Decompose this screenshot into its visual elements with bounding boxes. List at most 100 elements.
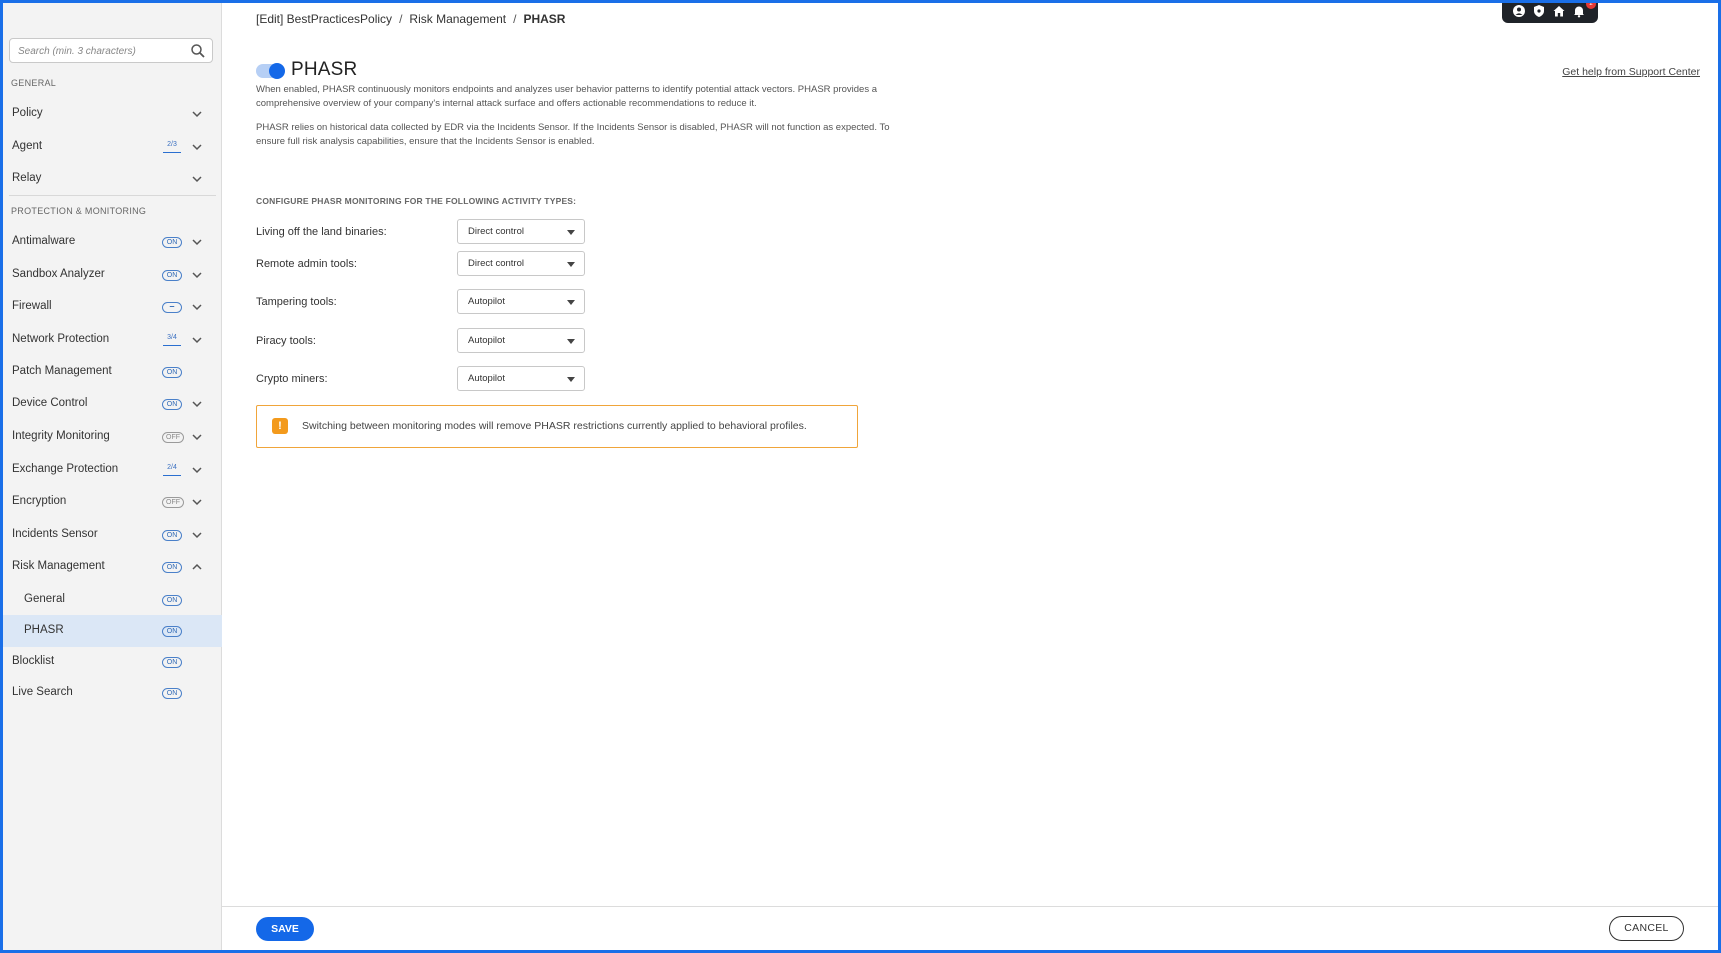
select-value: Autopilot bbox=[468, 296, 505, 307]
sidebar-item-phasr[interactable]: PHASR ON bbox=[3, 615, 222, 647]
app-window: GENERAL Policy Agent 2/3 Relay PROTECTIO… bbox=[3, 3, 1718, 950]
sidebar-item-integrity-monitoring[interactable]: Integrity Monitoring OFF bbox=[3, 421, 222, 453]
caret-down-icon bbox=[567, 377, 575, 382]
footer-bar: SAVE CANCEL bbox=[222, 906, 1718, 950]
sidebar-item-label: Blocklist bbox=[12, 655, 55, 667]
user-icon[interactable] bbox=[1512, 4, 1526, 18]
search-box[interactable] bbox=[9, 38, 213, 63]
select-piracy-tools[interactable]: Autopilot bbox=[457, 328, 585, 353]
chevron-down-icon[interactable] bbox=[191, 108, 203, 120]
toggle-knob bbox=[269, 63, 285, 79]
config-section-title: CONFIGURE PHASR MONITORING FOR THE FOLLO… bbox=[256, 196, 577, 206]
breadcrumb-policy[interactable]: [Edit] BestPracticesPolicy bbox=[256, 12, 392, 26]
sidebar-item-label: General bbox=[24, 593, 65, 605]
sidebar-item-patch-management[interactable]: Patch Management ON bbox=[3, 356, 222, 388]
sidebar-item-sandbox-analyzer[interactable]: Sandbox Analyzer ON bbox=[3, 259, 222, 291]
sidebar-item-firewall[interactable]: Firewall – bbox=[3, 291, 222, 323]
section-title-protection: PROTECTION & MONITORING bbox=[11, 206, 147, 216]
description-paragraph-1: When enabled, PHASR continuously monitor… bbox=[256, 84, 878, 109]
sidebar-item-policy[interactable]: Policy bbox=[3, 98, 222, 130]
sidebar-item-encryption[interactable]: Encryption OFF bbox=[3, 486, 222, 518]
status-badge: ON bbox=[162, 562, 182, 573]
row-label-tampering-tools: Tampering tools: bbox=[256, 296, 337, 308]
status-badge: ON bbox=[162, 595, 182, 606]
chevron-up-icon[interactable] bbox=[191, 561, 203, 573]
shield-icon[interactable] bbox=[1532, 4, 1546, 18]
sidebar: GENERAL Policy Agent 2/3 Relay PROTECTIO… bbox=[3, 3, 222, 950]
sidebar-item-label: Encryption bbox=[12, 495, 67, 507]
support-center-link[interactable]: Get help from Support Center bbox=[1562, 66, 1700, 78]
bell-icon[interactable] bbox=[1572, 4, 1586, 18]
chevron-down-icon[interactable] bbox=[191, 431, 203, 443]
sidebar-item-label: Exchange Protection bbox=[12, 463, 119, 475]
home-icon[interactable] bbox=[1552, 4, 1566, 18]
divider bbox=[9, 195, 216, 196]
sidebar-item-device-control[interactable]: Device Control ON bbox=[3, 388, 222, 420]
chevron-down-icon[interactable] bbox=[191, 464, 203, 476]
status-badge: ON bbox=[162, 237, 182, 248]
sidebar-item-label: Risk Management bbox=[12, 560, 105, 572]
chevron-down-icon[interactable] bbox=[191, 301, 203, 313]
select-value: Autopilot bbox=[468, 373, 505, 384]
select-tampering-tools[interactable]: Autopilot bbox=[457, 289, 585, 314]
select-remote-admin-tools[interactable]: Direct control bbox=[457, 251, 585, 276]
warning-banner: ! Switching between monitoring modes wil… bbox=[256, 405, 858, 448]
status-fraction: 2/4 bbox=[163, 464, 181, 476]
sidebar-item-blocklist[interactable]: Blocklist ON bbox=[3, 646, 222, 678]
chevron-down-icon[interactable] bbox=[191, 173, 203, 185]
main-content: [Edit] BestPracticesPolicy / Risk Manageme… bbox=[222, 3, 1718, 950]
caret-down-icon bbox=[567, 300, 575, 305]
sidebar-item-incidents-sensor[interactable]: Incidents Sensor ON bbox=[3, 519, 222, 551]
chevron-down-icon[interactable] bbox=[191, 141, 203, 153]
select-lolbins[interactable]: Direct control bbox=[457, 219, 585, 244]
sidebar-item-relay[interactable]: Relay bbox=[3, 163, 222, 195]
chevron-down-icon[interactable] bbox=[191, 269, 203, 281]
sidebar-item-risk-management[interactable]: Risk Management ON bbox=[3, 551, 222, 583]
sidebar-item-label: Patch Management bbox=[12, 365, 112, 377]
notification-badge: 2 bbox=[1586, 3, 1596, 9]
row-label-lolbins: Living off the land binaries: bbox=[256, 226, 387, 238]
chevron-down-icon[interactable] bbox=[191, 334, 203, 346]
sidebar-item-label: PHASR bbox=[24, 624, 64, 636]
caret-down-icon bbox=[567, 230, 575, 235]
search-input[interactable] bbox=[18, 43, 183, 59]
row-label-piracy-tools: Piracy tools: bbox=[256, 335, 316, 347]
select-value: Autopilot bbox=[468, 335, 505, 346]
sidebar-item-label: Incidents Sensor bbox=[12, 528, 98, 540]
breadcrumb-separator: / bbox=[399, 12, 403, 26]
breadcrumb: [Edit] BestPracticesPolicy / Risk Manageme… bbox=[256, 12, 565, 26]
chevron-down-icon[interactable] bbox=[191, 236, 203, 248]
sidebar-item-exchange-protection[interactable]: Exchange Protection 2/4 bbox=[3, 454, 222, 486]
sidebar-item-label: Integrity Monitoring bbox=[12, 430, 110, 442]
sidebar-item-label: Live Search bbox=[12, 686, 73, 698]
phasr-enable-toggle[interactable] bbox=[256, 63, 285, 79]
sidebar-item-agent[interactable]: Agent 2/3 bbox=[3, 131, 222, 163]
save-button[interactable]: SAVE bbox=[256, 917, 314, 941]
status-badge: ON bbox=[162, 657, 182, 668]
sidebar-item-risk-general[interactable]: General ON bbox=[3, 584, 222, 616]
cancel-button[interactable]: CANCEL bbox=[1609, 916, 1684, 941]
sidebar-item-network-protection[interactable]: Network Protection 3/4 bbox=[3, 324, 222, 356]
sidebar-item-label: Network Protection bbox=[12, 333, 110, 345]
warning-icon: ! bbox=[272, 418, 288, 434]
row-label-remote-admin-tools: Remote admin tools: bbox=[256, 258, 357, 270]
sidebar-item-live-search[interactable]: Live Search ON bbox=[3, 677, 222, 709]
sidebar-item-label: Sandbox Analyzer bbox=[12, 268, 105, 280]
sidebar-item-label: Firewall bbox=[12, 300, 52, 312]
status-badge: ON bbox=[162, 530, 182, 541]
chevron-down-icon[interactable] bbox=[191, 496, 203, 508]
search-icon[interactable] bbox=[190, 43, 206, 59]
breadcrumb-risk-management[interactable]: Risk Management bbox=[409, 12, 506, 26]
select-crypto-miners[interactable]: Autopilot bbox=[457, 366, 585, 391]
caret-down-icon bbox=[567, 339, 575, 344]
chevron-down-icon[interactable] bbox=[191, 398, 203, 410]
sidebar-item-antimalware[interactable]: Antimalware ON bbox=[3, 226, 222, 258]
sidebar-item-label: Antimalware bbox=[12, 235, 76, 247]
chevron-down-icon[interactable] bbox=[191, 529, 203, 541]
status-badge: OFF bbox=[162, 432, 184, 443]
sidebar-item-label: Relay bbox=[12, 172, 42, 184]
section-title-general: GENERAL bbox=[11, 78, 57, 88]
status-badge: – bbox=[162, 302, 182, 313]
status-fraction: 3/4 bbox=[163, 334, 181, 346]
status-badge: ON bbox=[162, 399, 182, 410]
